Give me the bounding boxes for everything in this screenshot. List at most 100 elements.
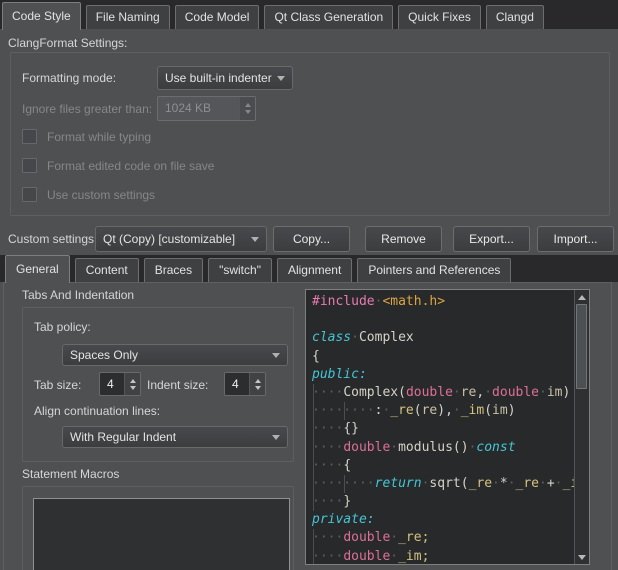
code-token-kw: private: [312, 512, 375, 527]
code-style-settings-page: Code StyleFile NamingCode ModelQt Class … [0, 0, 618, 570]
code-token-pink: double [343, 549, 390, 564]
spin-buttons[interactable] [239, 97, 255, 120]
export-button[interactable]: Export... [453, 226, 530, 252]
code-token-ws: · [492, 476, 500, 491]
code-token-def: ) [563, 385, 571, 400]
code-token-field: _re [469, 476, 492, 491]
code-token-param: im [492, 403, 508, 418]
copy-button[interactable]: Copy... [273, 226, 350, 252]
code-token-field: _im; [398, 549, 429, 564]
code-line: ····{} [312, 420, 575, 438]
indent-size-label: Indent size: [147, 378, 208, 392]
custom-settings-select[interactable]: Qt (Copy) [customizable] [95, 226, 267, 252]
ignore-files-size-input[interactable]: 1024 KB [157, 96, 256, 121]
code-preview-editor[interactable]: #include·<math.h>class·Complex{public:··… [305, 289, 590, 565]
code-token-def: + [547, 476, 555, 491]
code-line: ········return·sqrt(_re·*·_re·+·_i [312, 475, 575, 493]
indent-guide [313, 548, 314, 564]
checkbox-box[interactable] [22, 187, 37, 202]
spin-buttons[interactable] [249, 373, 265, 395]
checkbox-box[interactable] [22, 129, 37, 144]
code-token-ws: · [390, 440, 398, 455]
code-token-pink: double [406, 385, 453, 400]
code-preview-text: #include·<math.h>class·Complex{public:··… [306, 290, 575, 564]
code-token-ws: ···· [312, 458, 343, 473]
custom-settings-value: Qt (Copy) [customizable] [103, 232, 235, 246]
style-tab-braces[interactable]: Braces [144, 258, 203, 282]
indent-size-input[interactable]: 4 [224, 372, 266, 396]
tab-policy-label: Tab policy: [34, 320, 91, 334]
tab-size-input[interactable]: 4 [99, 372, 141, 396]
indent-guide [313, 493, 314, 511]
code-token-ws: · [390, 530, 398, 545]
code-token-def: {} [343, 421, 359, 436]
statement-macros-textarea[interactable] [33, 498, 290, 570]
checkbox-label: Use custom settings [47, 188, 155, 202]
checkbox-label: Format edited code on file save [47, 159, 214, 173]
tab-file-naming[interactable]: File Naming [86, 5, 170, 29]
align-continuation-label: Align continuation lines: [34, 404, 160, 418]
code-token-ws: · [539, 476, 547, 491]
code-token-kw: class [312, 330, 351, 345]
tab-policy-select[interactable]: Spaces Only [62, 344, 288, 366]
code-token-def: * [500, 476, 508, 491]
code-token-def: ) [508, 403, 516, 418]
tab-code-model[interactable]: Code Model [175, 5, 260, 29]
remove-button[interactable]: Remove [365, 226, 442, 252]
spin-up-icon [245, 103, 251, 107]
style-tab-switch[interactable]: "switch" [208, 258, 272, 282]
formatting-mode-value: Use built-in indenter [165, 71, 272, 85]
code-line: ········:·_re(re),·_im(im) [312, 402, 575, 420]
import-button[interactable]: Import... [537, 226, 614, 252]
code-token-def: { [312, 349, 320, 364]
tab-code-style[interactable]: Code Style [2, 2, 81, 30]
style-tab-alignment[interactable]: Alignment [277, 258, 352, 282]
code-line: ····double·modulus()·const [312, 439, 575, 457]
code-token-ws: ···· [312, 530, 343, 545]
code-token-def: } [343, 494, 351, 509]
checkbox-format-edited-code-on-file-save[interactable]: Format edited code on file save [22, 151, 214, 180]
code-token-pink: double [492, 385, 539, 400]
code-token-def: ), [437, 403, 453, 418]
style-tab-content[interactable]: Content [75, 258, 139, 282]
align-continuation-select[interactable]: With Regular Indent [62, 426, 288, 448]
checkbox-label: Format while typing [47, 130, 151, 144]
scroll-down-icon [578, 555, 586, 560]
indent-guide [344, 402, 345, 420]
code-line: private: [312, 511, 575, 529]
code-token-def: sqrt( [429, 476, 468, 491]
tab-qt-class-generation[interactable]: Qt Class Generation [264, 5, 393, 29]
code-line: ····double·_im; [312, 548, 575, 564]
code-token-def: modulus() [398, 440, 468, 455]
indent-guide [313, 457, 314, 475]
tab-quick-fixes[interactable]: Quick Fixes [398, 5, 481, 29]
indent-guide [313, 384, 314, 402]
spin-buttons[interactable] [124, 373, 140, 395]
scroll-up-button[interactable] [575, 290, 589, 304]
checkbox-format-while-typing[interactable]: Format while typing [22, 122, 214, 151]
spin-up-icon [130, 379, 136, 383]
code-line: class·Complex [312, 329, 575, 347]
code-token-param: im [547, 385, 563, 400]
code-line: { [312, 348, 575, 366]
code-token-def: ( [414, 403, 422, 418]
code-preview-scrollbar[interactable] [574, 290, 589, 564]
indent-guide [313, 402, 314, 420]
code-token-ws: · [555, 476, 563, 491]
code-token-param: re [461, 385, 477, 400]
formatting-mode-select[interactable]: Use built-in indenter [157, 66, 293, 90]
checkbox-box[interactable] [22, 158, 37, 173]
code-token-kw: const [476, 440, 515, 455]
ignore-files-size-value: 1024 KB [158, 97, 239, 120]
tab-clangd[interactable]: Clangd [486, 5, 544, 29]
scroll-down-button[interactable] [575, 550, 589, 564]
spin-down-icon [245, 110, 251, 114]
style-tab-pointers-and-references[interactable]: Pointers and References [357, 258, 511, 282]
code-token-kw: return [375, 476, 422, 491]
code-line: ····double·_re; [312, 529, 575, 547]
checkbox-use-custom-settings[interactable]: Use custom settings [22, 180, 214, 209]
style-tab-general[interactable]: General [5, 255, 70, 283]
scrollbar-thumb[interactable] [576, 304, 587, 389]
code-token-field: _re [516, 476, 539, 491]
code-token-field: _re; [398, 530, 429, 545]
